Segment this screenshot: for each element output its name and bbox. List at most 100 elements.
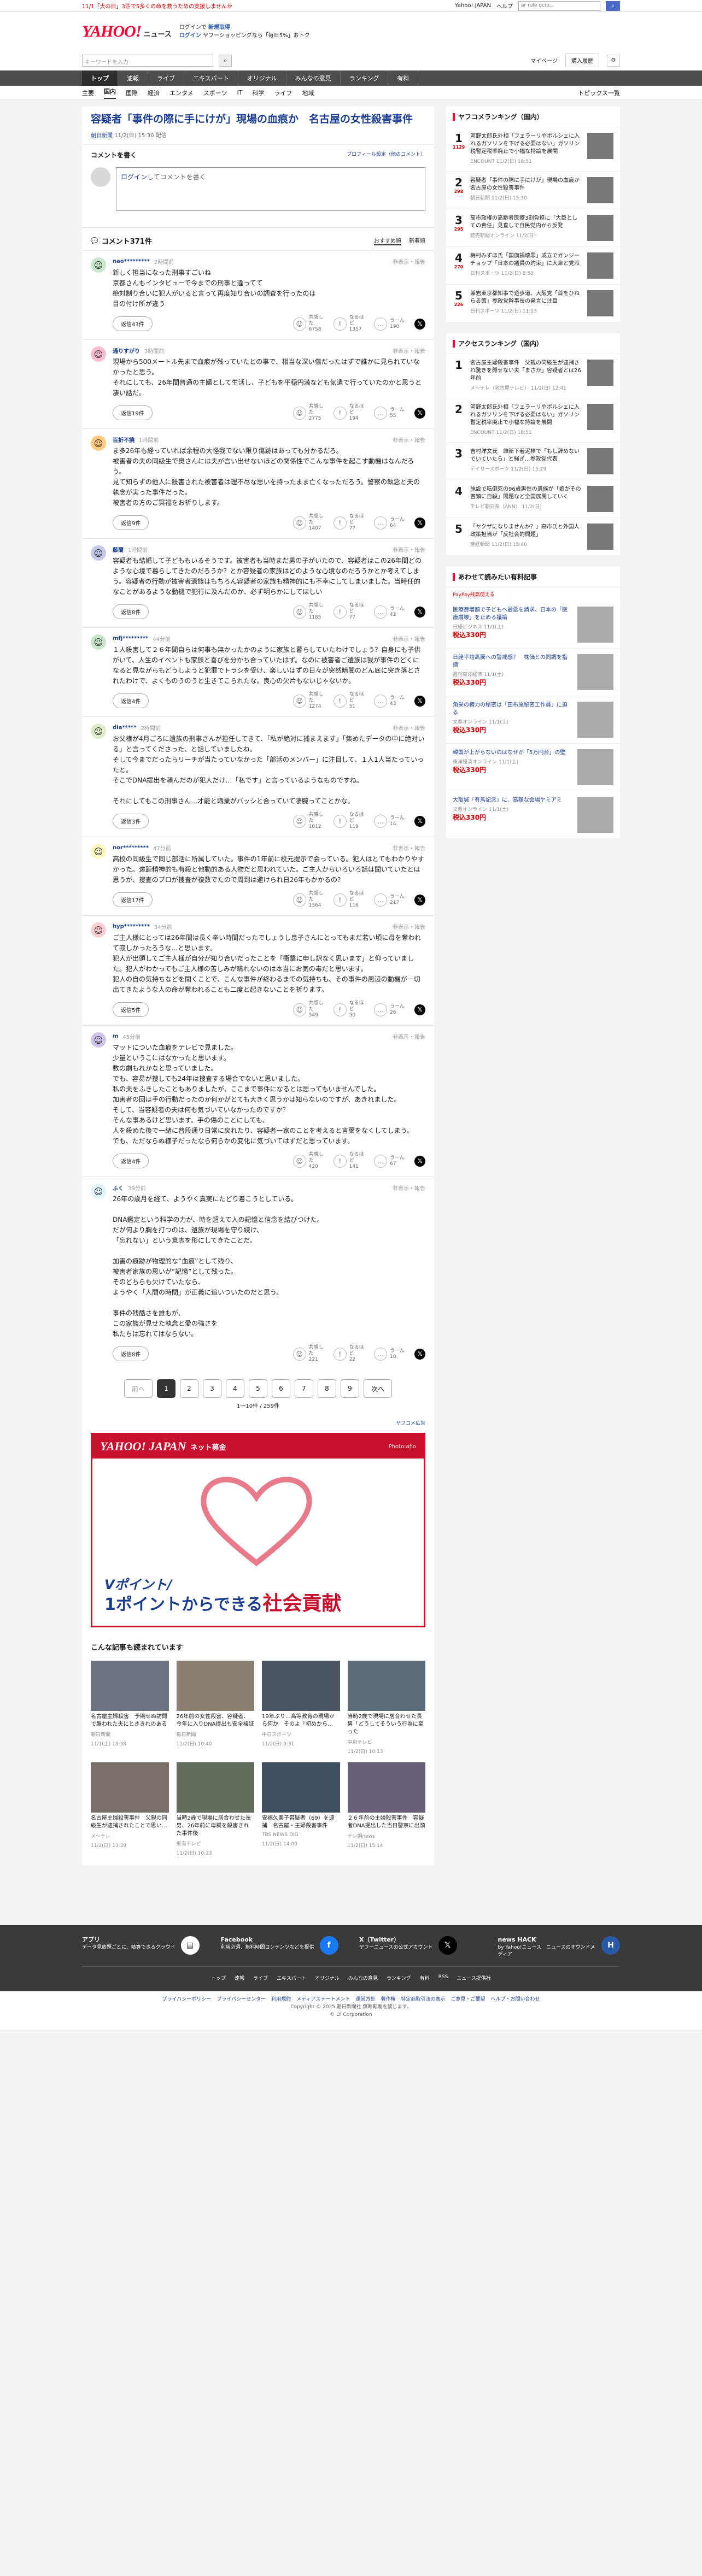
reaction-r1[interactable]: ☺ 共感した 549 xyxy=(293,1001,328,1019)
reaction-r3[interactable]: … うーん 43 xyxy=(374,694,409,708)
x-share-icon[interactable]: 𝕏 xyxy=(414,407,425,419)
comment-author[interactable]: dia***** xyxy=(113,725,136,731)
related-item[interactable]: 安福久美子容疑者（69）を逮捕 名古屋・主婦殺害事件 TBS NEWS DIG 11… xyxy=(262,1762,340,1856)
cat-domestic[interactable]: 国内 xyxy=(104,87,116,99)
news-hack-icon[interactable]: H xyxy=(601,1936,620,1955)
footer-app-title[interactable]: アプリ xyxy=(82,1936,176,1943)
reaction-r1[interactable]: ☺ 共感した 6758 xyxy=(293,315,328,333)
related-thumbnail[interactable] xyxy=(176,1762,254,1813)
footer-app-item[interactable]: アプリ データ見放題ごとに、精算できるクラウド ▤ xyxy=(82,1936,204,1959)
empathy-icon[interactable]: ☺ xyxy=(293,814,306,828)
footer-app-title[interactable]: X（Twitter） xyxy=(359,1936,433,1943)
ranking-thumbnail[interactable] xyxy=(587,177,613,203)
footer-nav-link[interactable]: エキスパート xyxy=(277,1974,306,1981)
comment-author[interactable]: 百折不撓 xyxy=(113,436,134,444)
prev-page-button[interactable]: 前へ xyxy=(124,1379,153,1398)
access-title[interactable]: 吉村洋文氏 維新下着泥棒で「もし辞めないでいていたら」と騒ぎ…参政党代表 xyxy=(470,448,582,463)
footer-legal-link[interactable]: 利用規約 xyxy=(271,1996,291,2003)
related-item[interactable]: 当時2歳で現場に居合わせた長男、26年前に母親を殺害された事件後 東海テレビ 11/… xyxy=(176,1762,254,1856)
hmm-icon[interactable]: … xyxy=(374,1154,387,1168)
comment-author[interactable]: nor********* xyxy=(113,845,149,851)
access-title[interactable]: 「ヤクザになりませんか？」高市氏と外国人政策担当が「反社会的問題」 xyxy=(470,524,582,539)
comment-author[interactable]: m xyxy=(113,1033,118,1039)
reaction-r3[interactable]: … うーん 55 xyxy=(374,406,409,420)
reply-button[interactable]: 返信3件 xyxy=(113,814,149,828)
header-promo[interactable]: ログインで 新規取得 ログイン ヤフーショッピングなら「毎日5%」おトク xyxy=(179,23,310,40)
news-search-input[interactable]: キーワードを入力 xyxy=(82,54,213,67)
ranking-title[interactable]: 容疑者「事件の際に手にけが」現場の血痕か 名古屋の女性殺害事件 xyxy=(470,177,585,192)
related-item[interactable]: 当時2歳で現場に居合わせた長男「どうしてそういう行為に至った 中京テレビ 11/2(… xyxy=(347,1661,425,1755)
web-search-input[interactable]: ar rule octo... xyxy=(518,1,600,11)
reaction-r1[interactable]: ☺ 共感した 1012 xyxy=(293,812,328,830)
hmm-icon[interactable]: … xyxy=(374,1003,387,1016)
page-1[interactable]: 1 xyxy=(157,1379,176,1398)
cat-economy[interactable]: 経済 xyxy=(148,89,160,97)
ranking-item[interactable]: 5 226 兼岩東京都知事で遊歩道、大阪党「首をひねらる策」参政党幹事長の発言に注目… xyxy=(446,285,620,322)
report-link[interactable]: 非表示・報告 xyxy=(393,1184,425,1192)
understand-icon[interactable]: ! xyxy=(334,406,347,420)
yahoo-logo[interactable]: YAHOO! ニュース xyxy=(82,22,172,41)
reaction-r3[interactable]: … うーん 64 xyxy=(374,516,409,530)
ranking-thumbnail[interactable] xyxy=(587,133,613,159)
hmm-icon[interactable]: … xyxy=(374,516,387,530)
ranking-title[interactable]: 兼岩東京都知事で遊歩道、大阪党「首をひねらる策」参政党幹事長の発言に注目 xyxy=(470,290,582,305)
profile-settings-link[interactable]: プロフィール設定（他のコメント） xyxy=(347,150,425,160)
understand-icon[interactable]: ! xyxy=(334,694,347,708)
empathy-icon[interactable]: ☺ xyxy=(293,605,306,619)
access-item[interactable]: 4 施設で転倒死の96歳男性の遺族が「娘がその書類に自殺」問題など全国展開していく… xyxy=(446,480,620,518)
ranking-thumbnail[interactable] xyxy=(587,290,613,316)
article-title[interactable]: 容疑者「事件の際に手にけが」現場の血痕か 名古屋の女性殺害事件 xyxy=(91,112,425,126)
footer-legal-link[interactable]: プライバシーポリシー xyxy=(162,1996,211,2003)
reaction-r2[interactable]: ! なるほど 194 xyxy=(334,404,368,422)
reaction-r2[interactable]: ! なるほど 1357 xyxy=(334,315,368,333)
x-share-icon[interactable]: 𝕏 xyxy=(414,1155,425,1167)
reply-button[interactable]: 返信4件 xyxy=(113,1154,149,1168)
empathy-icon[interactable]: ☺ xyxy=(293,1003,306,1016)
hmm-icon[interactable]: … xyxy=(374,893,387,907)
reaction-r1[interactable]: ☺ 共感した 1407 xyxy=(293,514,328,532)
related-title[interactable]: 安福久美子容疑者（69）を逮捕 名古屋・主婦殺害事件 xyxy=(262,1815,340,1830)
related-thumbnail[interactable] xyxy=(91,1762,169,1813)
comment-author[interactable]: 藤蘭 xyxy=(113,545,124,554)
footer-nav-link[interactable]: オリジナル xyxy=(315,1974,340,1981)
sponsor-label[interactable]: ヤフコメ広告 xyxy=(82,1415,434,1431)
reply-button[interactable]: 返信8件 xyxy=(113,604,149,619)
related-title[interactable]: ２６年前の主婦殺害事件 容疑者DNA提出した当日警察に出頭 xyxy=(348,1815,426,1830)
ranking-title[interactable]: 河野太郎氏外相「フェラーリやポルシェに入れるガソリンを下げる必要はない」ガソリン… xyxy=(470,133,582,156)
ranking-thumbnail[interactable] xyxy=(587,215,613,241)
understand-icon[interactable]: ! xyxy=(334,516,347,530)
related-thumbnail[interactable] xyxy=(262,1762,340,1813)
related-title[interactable]: 26年前の女性殺害、容疑者、今年に入りDNA提出も安全検証 xyxy=(177,1713,255,1728)
footer-nav-link[interactable]: みんなの意見 xyxy=(348,1974,378,1981)
report-link[interactable]: 非表示・報告 xyxy=(393,257,425,266)
empathy-icon[interactable]: ☺ xyxy=(293,516,306,530)
understand-icon[interactable]: ! xyxy=(334,1003,347,1016)
access-title[interactable]: 名古屋主婦殺害事件 父親の同級生が逮捕され驚きを隠せない夫「まさか」容疑者とは2… xyxy=(470,360,582,383)
reaction-r1[interactable]: ☺ 共感した 2775 xyxy=(293,404,328,422)
comment-author[interactable]: mfj********* xyxy=(113,636,148,642)
reaction-r3[interactable]: … うーん 26 xyxy=(374,1003,409,1016)
paid-article-title[interactable]: 大阪城「有馬記念」に、高額な会場ヤミアミ xyxy=(453,797,572,804)
hmm-icon[interactable]: … xyxy=(374,1347,387,1361)
cat-sports[interactable]: スポーツ xyxy=(203,89,227,97)
comment-author[interactable]: hyp********* xyxy=(113,924,150,930)
paid-article-thumbnail[interactable] xyxy=(577,607,613,643)
search-icon[interactable]: ⌕ xyxy=(219,54,232,67)
ranking-item[interactable]: 1 1129 河野太郎氏外相「フェラーリやポルシェに入れるガソリンを下げる必要はない… xyxy=(446,127,620,172)
footer-nav-link[interactable]: ランキング xyxy=(387,1974,411,1981)
x-share-icon[interactable]: 𝕏 xyxy=(414,695,425,707)
nav-live[interactable]: ライブ xyxy=(148,70,184,86)
x-share-icon[interactable]: 𝕏 xyxy=(414,1004,425,1015)
reaction-r3[interactable]: … うーん 42 xyxy=(374,605,409,619)
reaction-r3[interactable]: … うーん 190 xyxy=(374,317,409,331)
hmm-icon[interactable]: … xyxy=(374,406,387,420)
topics-list-link[interactable]: トピックス一覧 xyxy=(578,89,620,97)
understand-icon[interactable]: ! xyxy=(334,317,347,331)
footer-legal-link[interactable]: 著作権 xyxy=(381,1996,396,2003)
empathy-icon[interactable]: ☺ xyxy=(293,893,306,907)
sort-new[interactable]: 新着順 xyxy=(409,236,425,245)
footer-app-title[interactable]: news HACK xyxy=(498,1936,596,1943)
reaction-r2[interactable]: ! なるほど 51 xyxy=(334,692,368,710)
reaction-r2[interactable]: ! なるほど 116 xyxy=(334,891,368,909)
my-page-link[interactable]: マイページ xyxy=(530,56,558,64)
